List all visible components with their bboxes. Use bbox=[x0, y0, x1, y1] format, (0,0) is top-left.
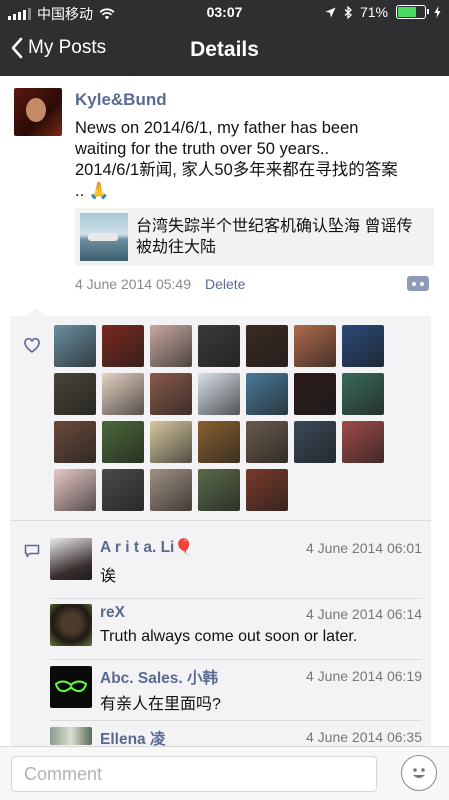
comment-bubble-icon bbox=[24, 544, 40, 558]
interactions-panel: A r i t a. Li🎈 4 June 2014 06:01 诶 reX 4… bbox=[10, 308, 431, 756]
liker-avatar[interactable] bbox=[246, 373, 288, 415]
liker-avatar[interactable] bbox=[198, 421, 240, 463]
battery-percent: 71% bbox=[359, 4, 388, 20]
shared-link-card[interactable]: 台湾失踪半个世纪客机确认坠海 曾谣传被劫往大陆 bbox=[75, 208, 434, 266]
post-meta: 4 June 2014 05:49 Delete bbox=[75, 276, 245, 292]
comment-time: 4 June 2014 06:19 bbox=[306, 668, 422, 684]
heart-outline-icon bbox=[24, 338, 40, 354]
post-text-line: .. 🙏 bbox=[75, 182, 110, 200]
divider bbox=[50, 659, 422, 660]
comment-input[interactable] bbox=[11, 756, 377, 792]
likes-avatar-grid bbox=[54, 325, 394, 511]
chevron-left-icon bbox=[11, 37, 23, 59]
liker-avatar[interactable] bbox=[54, 325, 96, 367]
liker-avatar[interactable] bbox=[294, 421, 336, 463]
divider bbox=[10, 520, 431, 521]
battery-icon bbox=[396, 5, 429, 19]
top-bar: 中国移动 03:07 71% My Posts Details bbox=[0, 0, 449, 76]
liker-avatar[interactable] bbox=[150, 373, 192, 415]
comment-time: 4 June 2014 06:14 bbox=[306, 606, 422, 622]
post-text: News on 2014/6/1, my father has been wai… bbox=[75, 118, 439, 202]
liker-avatar[interactable] bbox=[102, 469, 144, 511]
more-actions-button[interactable] bbox=[407, 276, 429, 291]
link-title: 台湾失踪半个世纪客机确认坠海 曾谣传被劫往大陆 bbox=[136, 218, 413, 256]
comment-author[interactable]: reX bbox=[100, 604, 125, 622]
mask-icon bbox=[54, 680, 88, 693]
link-thumbnail bbox=[80, 213, 128, 261]
liker-avatar[interactable] bbox=[246, 421, 288, 463]
liker-avatar[interactable] bbox=[246, 325, 288, 367]
comment-avatar[interactable] bbox=[50, 666, 92, 708]
status-right: 71% bbox=[325, 4, 441, 20]
liker-avatar[interactable] bbox=[198, 373, 240, 415]
liker-avatar[interactable] bbox=[150, 469, 192, 511]
liker-avatar[interactable] bbox=[294, 373, 336, 415]
liker-avatar[interactable] bbox=[102, 373, 144, 415]
status-bar: 中国移动 03:07 71% bbox=[0, 0, 449, 26]
author-name[interactable]: Kyle&Bund bbox=[75, 90, 167, 110]
liker-avatar[interactable] bbox=[150, 325, 192, 367]
liker-avatar[interactable] bbox=[294, 325, 336, 367]
divider bbox=[50, 598, 422, 599]
liker-avatar[interactable] bbox=[198, 325, 240, 367]
liker-avatar[interactable] bbox=[342, 421, 384, 463]
location-arrow-icon bbox=[325, 7, 336, 17]
delete-link[interactable]: Delete bbox=[205, 276, 245, 292]
author-avatar[interactable] bbox=[14, 88, 62, 136]
liker-avatar[interactable] bbox=[150, 421, 192, 463]
comment-text: Truth always come out soon or later. bbox=[100, 628, 358, 645]
liker-avatar[interactable] bbox=[198, 469, 240, 511]
comment-text: 有亲人在里面吗? bbox=[100, 696, 221, 713]
liker-avatar[interactable] bbox=[102, 325, 144, 367]
comment-author[interactable]: Abc. Sales. 小韩 bbox=[100, 666, 218, 688]
bluetooth-icon bbox=[344, 5, 352, 19]
comment-author[interactable]: A r i t a. Li🎈 bbox=[100, 538, 194, 557]
emoji-button[interactable] bbox=[401, 755, 437, 791]
dot bbox=[420, 281, 424, 286]
liker-avatar[interactable] bbox=[246, 469, 288, 511]
navigation-bar: My Posts Details bbox=[0, 26, 449, 76]
comment-text: 诶 bbox=[100, 568, 117, 585]
comment-avatar[interactable] bbox=[50, 538, 92, 580]
comment-time: 4 June 2014 06:01 bbox=[306, 540, 422, 556]
charging-bolt-icon bbox=[434, 6, 441, 18]
post-text-line: News on 2014/6/1, my father has been bbox=[75, 119, 359, 137]
comment-avatar[interactable] bbox=[50, 604, 92, 646]
liker-avatar[interactable] bbox=[102, 421, 144, 463]
comment-composer bbox=[0, 746, 449, 800]
liker-avatar[interactable] bbox=[54, 421, 96, 463]
smiley-face-icon bbox=[413, 768, 425, 778]
dot bbox=[412, 281, 416, 286]
comment-avatar[interactable] bbox=[50, 727, 92, 745]
liker-avatar[interactable] bbox=[342, 373, 384, 415]
back-button[interactable]: My Posts bbox=[10, 37, 106, 59]
back-label: My Posts bbox=[28, 37, 107, 58]
post-timestamp: 4 June 2014 05:49 bbox=[75, 276, 191, 292]
liker-avatar[interactable] bbox=[342, 325, 384, 367]
post-text-line: waiting for the truth over 50 years.. bbox=[75, 140, 330, 158]
liker-avatar[interactable] bbox=[54, 469, 96, 511]
divider bbox=[50, 720, 422, 721]
comment-time: 4 June 2014 06:35 bbox=[306, 729, 422, 745]
liker-avatar[interactable] bbox=[54, 373, 96, 415]
post-text-line: 2014/6/1新闻, 家人50多年来都在寻找的答案 bbox=[75, 161, 398, 179]
battery-fill bbox=[398, 7, 417, 17]
